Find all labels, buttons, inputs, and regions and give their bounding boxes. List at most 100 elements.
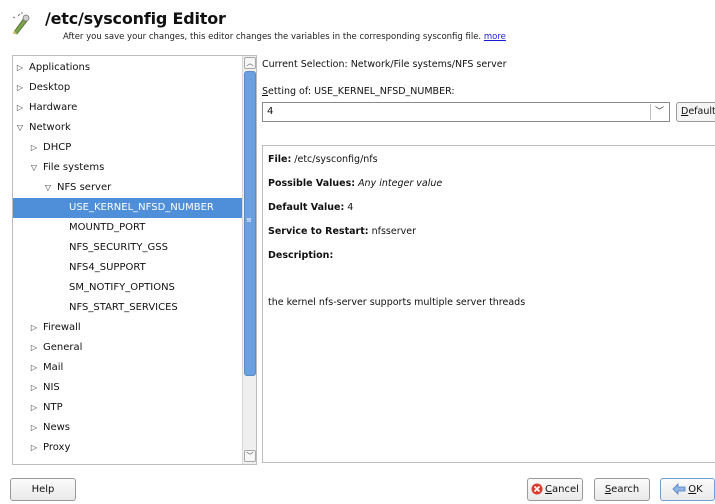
search-button[interactable]: Search	[594, 478, 650, 501]
collapsed-arrow-icon[interactable]: ▷	[29, 318, 39, 338]
scroll-grip-icon: ≡	[246, 216, 252, 224]
tree-item-label: General	[43, 342, 83, 353]
expanded-arrow-icon[interactable]: ▽	[15, 118, 25, 138]
ok-arrow-icon	[672, 483, 686, 495]
editor-icon	[12, 12, 30, 35]
tree-item[interactable]: ▽ NFS server	[13, 178, 242, 198]
tree-item-label: MOUNTD_PORT	[69, 222, 146, 233]
possible-values-label: Possible Values:	[268, 178, 356, 189]
tree-item[interactable]: NFS_SECURITY_GSS	[13, 238, 242, 258]
scroll-up-button[interactable]: ︿	[244, 57, 256, 69]
tree-item-label: NIS	[43, 382, 60, 393]
service-value: nfsserver	[371, 226, 416, 237]
collapsed-arrow-icon[interactable]: ▷	[29, 358, 39, 378]
info-description: the kernel nfs-server supports multiple …	[268, 297, 526, 308]
info-box: File: /etc/sysconfig/nfs Possible Values…	[262, 145, 715, 463]
ok-label: K	[696, 484, 703, 495]
cancel-button[interactable]: Cancel	[527, 478, 583, 501]
page-title: /etc/sysconfig Editor	[45, 9, 226, 28]
tree-item-label: NTP	[43, 402, 63, 413]
ok-mnemonic: O	[688, 484, 697, 495]
header: /etc/sysconfig Editor After you save you…	[0, 0, 715, 50]
cancel-label: ancel	[552, 484, 579, 495]
collapsed-arrow-icon[interactable]: ▷	[29, 378, 39, 398]
default-button[interactable]: Default	[676, 102, 715, 122]
collapsed-arrow-icon[interactable]: ▷	[15, 58, 25, 78]
collapsed-arrow-icon[interactable]: ▷	[15, 98, 25, 118]
value-field[interactable]: 4	[267, 106, 273, 117]
tree-item-label: Firewall	[43, 322, 81, 333]
chevron-down-icon[interactable]: ﹀	[650, 104, 668, 120]
expanded-arrow-icon[interactable]: ▽	[29, 158, 39, 178]
tree-item[interactable]: ▷ Proxy	[13, 438, 242, 458]
tree-item-label: DHCP	[43, 142, 72, 153]
default-value-value: 4	[347, 202, 354, 213]
collapsed-arrow-icon[interactable]: ▷	[29, 398, 39, 418]
tree-item[interactable]: ▷ Applications	[13, 58, 242, 78]
tree-item-label: File systems	[43, 162, 105, 173]
default-label: efault	[688, 106, 715, 117]
tree-item[interactable]: ▷ NTP	[13, 398, 242, 418]
file-value: /etc/sysconfig/nfs	[294, 154, 378, 165]
tree-item[interactable]: ▷ Firewall	[13, 318, 242, 338]
default-value-label: Default Value:	[268, 202, 345, 213]
tree-item[interactable]: ▷ Mail	[13, 358, 242, 378]
current-selection: Current Selection: Network/File systems/…	[262, 59, 507, 70]
ok-button[interactable]: OK	[660, 478, 715, 501]
search-label: earch	[611, 484, 640, 495]
collapsed-arrow-icon[interactable]: ▷	[29, 438, 39, 458]
value-combobox[interactable]: 4 ﹀	[262, 102, 670, 122]
tree-item[interactable]: ▷ DHCP	[13, 138, 242, 158]
expanded-arrow-icon[interactable]: ▽	[43, 178, 53, 198]
tree-item-label: Applications	[29, 62, 91, 73]
tree-item[interactable]: ▽ File systems	[13, 158, 242, 178]
info-service: Service to Restart: nfsserver	[268, 226, 416, 237]
variable-tree-panel: ▷ Applications ▷ Desktop ▷ Hardware ▽ Network ▷ D…	[12, 55, 257, 465]
tree-item[interactable]: NFS4_SUPPORT	[13, 258, 242, 278]
tree-item[interactable]: ▽ Network	[13, 118, 242, 138]
info-description-label: Description:	[268, 250, 333, 261]
tree-item[interactable]: USE_KERNEL_NFSD_NUMBER	[13, 198, 242, 218]
tree-item[interactable]: MOUNTD_PORT	[13, 218, 242, 238]
tree-item[interactable]: ▷ General	[13, 338, 242, 358]
details-panel: Current Selection: Network/File systems/…	[262, 55, 715, 465]
tree-item[interactable]: ▷ News	[13, 418, 242, 438]
collapsed-arrow-icon[interactable]: ▷	[15, 78, 25, 98]
tree-item[interactable]: ▷ Desktop	[13, 78, 242, 98]
setting-label: Setting of: USE_KERNEL_NFSD_NUMBER:	[262, 86, 455, 97]
tree-item-label: USE_KERNEL_NFSD_NUMBER	[69, 202, 214, 213]
collapsed-arrow-icon[interactable]: ▷	[29, 338, 39, 358]
service-label: Service to Restart:	[268, 226, 369, 237]
cancel-mnemonic: C	[545, 484, 553, 495]
tree-item[interactable]: ▷ NIS	[13, 378, 242, 398]
tree-item[interactable]: ▷ Hardware	[13, 98, 242, 118]
tree-item-label: NFS4_SUPPORT	[69, 262, 146, 273]
more-link[interactable]: more	[484, 32, 506, 42]
cancel-icon	[531, 483, 543, 495]
tree-item[interactable]: SM_NOTIFY_OPTIONS	[13, 278, 242, 298]
scroll-down-button[interactable]: ﹀	[244, 450, 256, 462]
help-button[interactable]: Help	[10, 478, 76, 501]
tree-item-label: Proxy	[43, 442, 71, 453]
subtitle-text: After you save your changes, this editor…	[63, 32, 482, 42]
info-possible-values: Possible Values: Any integer value	[268, 178, 442, 189]
collapsed-arrow-icon[interactable]: ▷	[29, 418, 39, 438]
tree-item-label: Hardware	[29, 102, 78, 113]
tree-item-label: Mail	[43, 362, 64, 373]
tree-item-label: Network	[29, 122, 71, 133]
info-file: File: /etc/sysconfig/nfs	[268, 154, 378, 165]
file-label: File:	[268, 154, 292, 165]
tree-item-label: NFS_START_SERVICES	[69, 302, 178, 313]
setting-label-text: etting of: USE_KERNEL_NFSD_NUMBER:	[268, 86, 455, 97]
tree-item-label: NFS_SECURITY_GSS	[69, 242, 168, 253]
tree-item-label: SM_NOTIFY_OPTIONS	[69, 282, 175, 293]
tree-item-label: NFS server	[57, 182, 112, 193]
tree-item-label: News	[43, 422, 71, 433]
variable-tree[interactable]: ▷ Applications ▷ Desktop ▷ Hardware ▽ Network ▷ D…	[13, 56, 242, 464]
info-default-value: Default Value: 4	[268, 202, 353, 213]
header-subtitle: After you save your changes, this editor…	[63, 32, 506, 42]
tree-item[interactable]: NFS_START_SERVICES	[13, 298, 242, 318]
tree-scrollbar[interactable]: ︿ ≡ ﹀	[242, 56, 256, 464]
tree-item-label: Desktop	[29, 82, 71, 93]
collapsed-arrow-icon[interactable]: ▷	[29, 138, 39, 158]
